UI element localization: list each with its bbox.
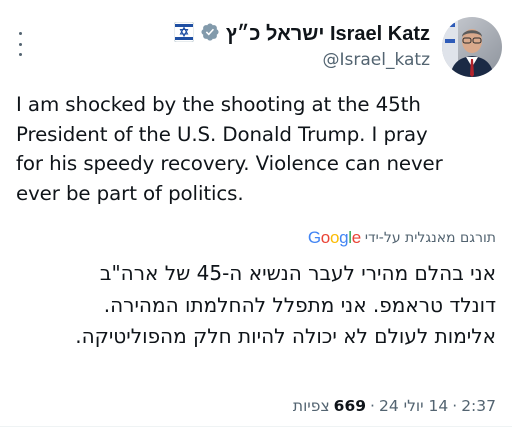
- views-label: צפיות: [292, 397, 330, 415]
- tweet-text-line: for his speedy recovery. Violence can ne…: [16, 152, 443, 175]
- translated-text-line: אני בהלם מהירי לעבר הנשיא ה-45 של ארה"ב: [99, 261, 496, 285]
- tweet-text-line: I am shocked by the shooting at the 45th: [16, 93, 421, 116]
- author-display-name[interactable]: ישראל כ״ץ Israel Katz: [226, 23, 430, 46]
- tweet-text-line: President of the U.S. Donald Trump. I pr…: [16, 122, 428, 146]
- author-name-row[interactable]: ישראל כ״ץ Israel Katz: [173, 20, 430, 48]
- translated-text-line: אלימות לעולם לא יכולה להיות חלק מהפוליטי…: [75, 324, 496, 348]
- tweet-header: ישראל כ״ץ Israel Katz @Israel_katz: [0, 0, 512, 92]
- verified-badge-icon: [200, 22, 220, 46]
- views-count[interactable]: 669: [334, 397, 366, 415]
- avatar[interactable]: [442, 17, 502, 77]
- more-options-icon[interactable]: [14, 32, 26, 56]
- translated-text-line: דונלד טראמפ. אני מתפלל להחלמתו המהירה.: [103, 292, 496, 317]
- meta-separator: ·: [452, 397, 458, 415]
- tweet-text: I am shocked by the shooting at the 45th…: [16, 90, 500, 208]
- tweet-meta: 2:37 · 14 יולי 24 · 669 צפיות: [293, 394, 496, 418]
- tweet-time[interactable]: 2:37: [461, 397, 496, 415]
- translated-by-label: תורגם מאנגלית על-ידי: [364, 230, 496, 246]
- government-org-icon: [173, 21, 195, 46]
- tweet-date[interactable]: 14 יולי 24: [379, 397, 448, 415]
- translated-text: אני בהלם מהירי לעבר הנשיא ה-45 של ארה"ב …: [12, 258, 496, 353]
- divider: [0, 426, 512, 427]
- tweet-text-line: ever be part of politics.: [16, 181, 244, 205]
- meta-separator: ·: [370, 397, 375, 415]
- google-logo: Google: [307, 228, 361, 247]
- author-handle[interactable]: @Israel_katz: [322, 50, 430, 70]
- translated-by-google[interactable]: Google תורגם מאנגלית על-ידי: [308, 227, 496, 249]
